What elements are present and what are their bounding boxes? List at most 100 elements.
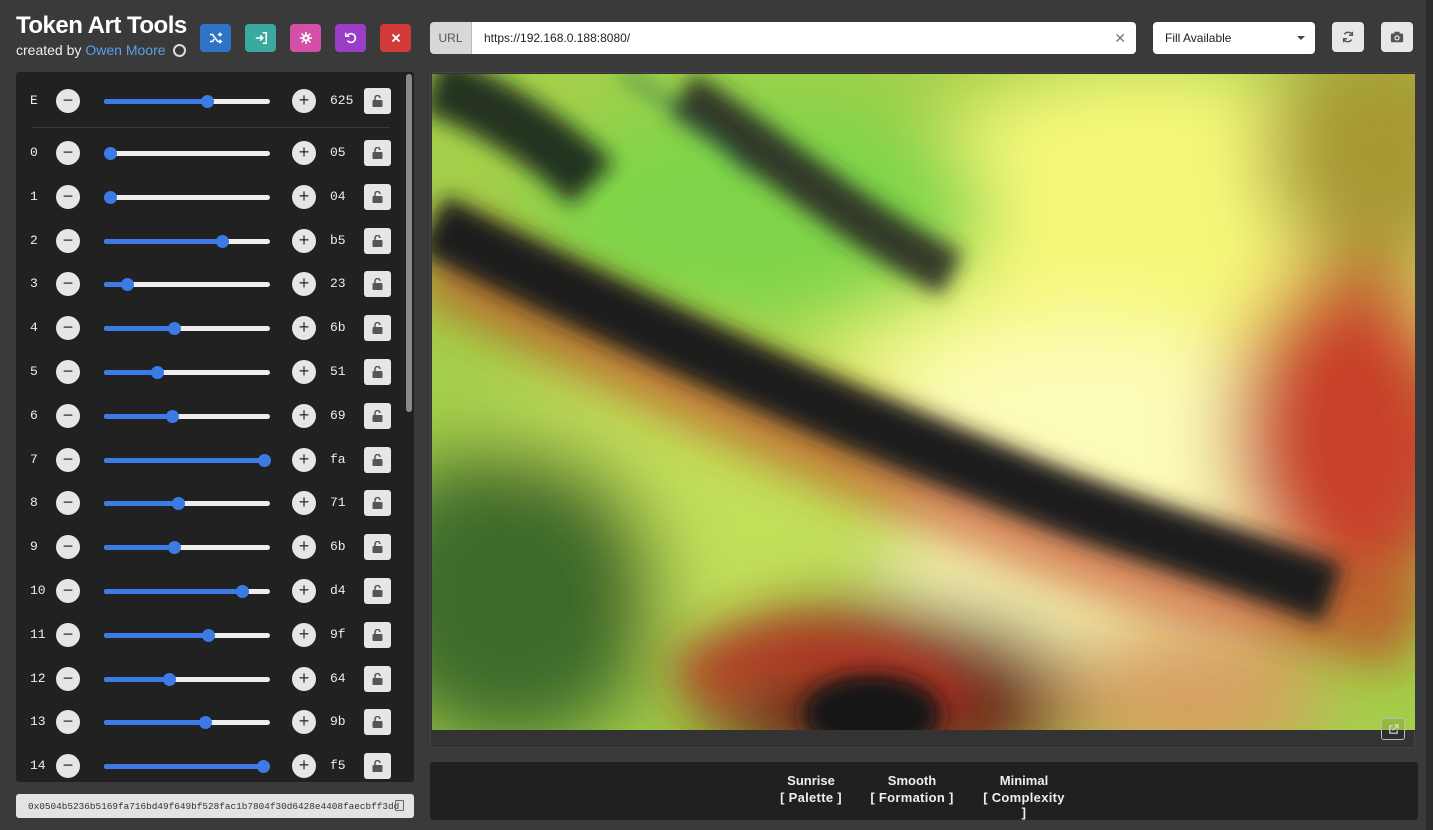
author-link[interactable]: Owen Moore: [85, 42, 165, 58]
size-select[interactable]: Fill Available: [1153, 22, 1315, 54]
slider-thumb[interactable]: [104, 190, 117, 204]
increment-button[interactable]: +: [292, 184, 316, 209]
settings-button[interactable]: [290, 24, 321, 52]
value-slider[interactable]: [104, 628, 270, 642]
open-external-button[interactable]: [1381, 718, 1405, 740]
value-slider[interactable]: [104, 672, 270, 686]
clear-url-icon[interactable]: ✕: [1114, 30, 1126, 47]
screenshot-button[interactable]: [1381, 22, 1413, 52]
increment-button[interactable]: +: [292, 316, 316, 341]
panel-scrollbar[interactable]: [406, 74, 412, 412]
value-slider[interactable]: [104, 497, 270, 511]
lock-button[interactable]: [364, 183, 391, 210]
lock-button[interactable]: [364, 621, 391, 648]
github-icon[interactable]: [172, 43, 186, 57]
epoch-decrement-button[interactable]: −: [56, 89, 80, 113]
increment-button[interactable]: +: [292, 666, 316, 691]
value-slider[interactable]: [104, 409, 270, 423]
value-slider[interactable]: [104, 585, 270, 598]
decrement-button[interactable]: −: [56, 141, 80, 165]
slider-thumb[interactable]: [163, 672, 177, 686]
increment-button[interactable]: +: [292, 141, 316, 165]
decrement-button[interactable]: −: [56, 272, 80, 297]
value-slider[interactable]: [104, 234, 270, 248]
url-input[interactable]: [472, 22, 1136, 54]
lock-button[interactable]: [364, 359, 391, 385]
decrement-button[interactable]: −: [56, 666, 80, 691]
decrement-button[interactable]: −: [56, 360, 80, 384]
slider-thumb[interactable]: [166, 409, 180, 423]
decrement-button[interactable]: −: [56, 184, 80, 209]
decrement-button[interactable]: −: [56, 491, 80, 516]
lock-button[interactable]: [364, 709, 391, 736]
increment-button[interactable]: +: [292, 710, 316, 735]
slider-thumb[interactable]: [257, 760, 271, 774]
increment-button[interactable]: +: [292, 447, 316, 472]
slider-panel: E − + 625 0 − +05 1 − +04 2 − + b5 3 − +23 4 − +6b 5 − +51…: [16, 72, 414, 782]
slider-thumb[interactable]: [104, 147, 117, 160]
lock-button[interactable]: [364, 446, 391, 473]
epoch-slider[interactable]: [104, 95, 270, 108]
increment-button[interactable]: +: [292, 360, 316, 384]
increment-button[interactable]: +: [292, 579, 316, 603]
decrement-button[interactable]: −: [56, 535, 80, 560]
increment-button[interactable]: +: [292, 535, 316, 560]
slider-thumb[interactable]: [215, 234, 229, 248]
lock-button[interactable]: [364, 490, 391, 517]
value-slider[interactable]: [104, 322, 270, 336]
increment-button[interactable]: +: [292, 228, 316, 253]
token-hash[interactable]: 0x0504b5236b5169fa716bd49f649bf528fac1b7…: [16, 794, 414, 818]
lock-button[interactable]: [364, 315, 391, 342]
epoch-lock-button[interactable]: [364, 88, 391, 114]
value-slider[interactable]: [104, 366, 270, 379]
lock-button[interactable]: [364, 578, 391, 604]
shuffle-button[interactable]: [200, 24, 231, 52]
lock-button[interactable]: [364, 227, 391, 254]
slider-thumb[interactable]: [167, 322, 181, 336]
increment-button[interactable]: +: [292, 491, 316, 516]
lock-button[interactable]: [364, 402, 391, 429]
slider-fill: [104, 545, 174, 551]
value-slider[interactable]: [104, 453, 271, 467]
value-slider[interactable]: [104, 716, 270, 730]
decrement-button[interactable]: −: [56, 710, 80, 735]
decrement-button[interactable]: −: [56, 228, 80, 253]
value-slider[interactable]: [104, 147, 270, 160]
refresh-button[interactable]: [1332, 22, 1364, 52]
decrement-button[interactable]: −: [56, 447, 80, 472]
import-button[interactable]: [245, 24, 276, 52]
copy-icon[interactable]: [395, 800, 404, 811]
slider-thumb[interactable]: [235, 585, 249, 598]
decrement-button[interactable]: −: [56, 316, 80, 341]
decrement-button[interactable]: −: [56, 579, 80, 603]
decrement-button[interactable]: −: [56, 622, 80, 647]
epoch-increment-button[interactable]: +: [292, 89, 316, 113]
undo-button[interactable]: [335, 24, 366, 52]
decrement-button[interactable]: −: [56, 403, 80, 428]
value-slider[interactable]: [104, 278, 270, 292]
slider-thumb[interactable]: [201, 628, 215, 642]
value-slider[interactable]: [104, 541, 270, 555]
increment-button[interactable]: +: [292, 622, 316, 647]
decrement-button[interactable]: −: [56, 754, 80, 779]
increment-button[interactable]: +: [292, 754, 316, 779]
lock-button[interactable]: [364, 140, 391, 166]
slider-thumb[interactable]: [198, 716, 212, 730]
close-button[interactable]: [380, 24, 411, 52]
slider-thumb[interactable]: [171, 497, 185, 511]
slider-thumb[interactable]: [150, 366, 164, 379]
slider-thumb[interactable]: [258, 453, 271, 467]
slider-thumb[interactable]: [120, 278, 134, 292]
lock-button[interactable]: [364, 534, 391, 561]
artwork-canvas[interactable]: [432, 74, 1415, 730]
increment-button[interactable]: +: [292, 272, 316, 297]
value-slider[interactable]: [104, 760, 271, 774]
epoch-slider-thumb[interactable]: [200, 95, 214, 108]
value-slider[interactable]: [104, 190, 270, 204]
lock-button[interactable]: [364, 753, 391, 780]
lock-button[interactable]: [364, 665, 391, 692]
slider-row: 6 − +69: [16, 394, 406, 438]
slider-thumb[interactable]: [167, 541, 181, 555]
lock-button[interactable]: [364, 271, 391, 298]
increment-button[interactable]: +: [292, 403, 316, 428]
